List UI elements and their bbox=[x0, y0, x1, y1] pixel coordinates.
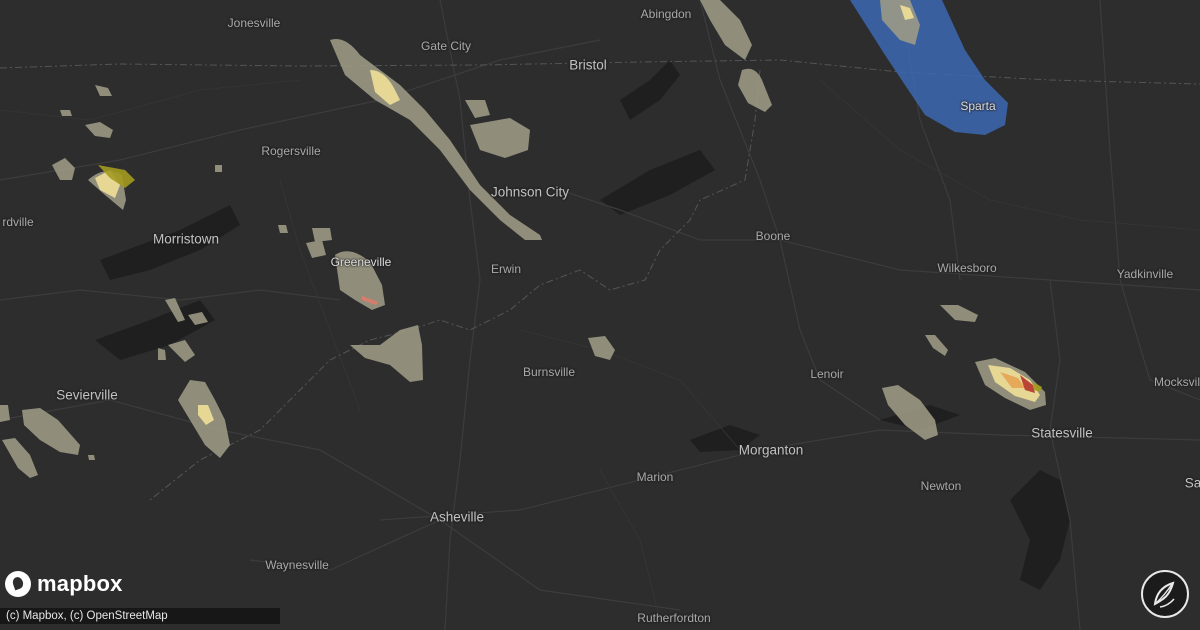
city-label: Rutherfordton bbox=[637, 611, 711, 625]
map-base-layer bbox=[0, 0, 1200, 630]
city-label: Greeneville bbox=[330, 255, 392, 269]
city-label: Asheville bbox=[429, 509, 485, 525]
city-label: Yadkinville bbox=[1116, 267, 1174, 281]
city-label: Sparta bbox=[960, 99, 996, 113]
city-label: Waynesville bbox=[265, 558, 329, 572]
city-label: Johnson City bbox=[490, 184, 570, 200]
city-label: Jonesville bbox=[227, 16, 281, 30]
mapbox-icon bbox=[5, 571, 31, 597]
city-label: Burnsville bbox=[522, 365, 576, 379]
leaf-icon bbox=[1153, 581, 1175, 608]
city-label: Gate City bbox=[420, 39, 472, 53]
city-label: Morristown bbox=[152, 231, 220, 247]
city-label: Wilkesboro bbox=[937, 261, 997, 275]
site-logo-badge[interactable] bbox=[1141, 570, 1189, 618]
mapbox-wordmark: mapbox bbox=[37, 571, 123, 596]
hail-map[interactable]: Jonesville Gate City Abingdon Bristol Sp… bbox=[0, 0, 1200, 630]
city-label: Bristol bbox=[569, 57, 607, 73]
city-label: rdville bbox=[2, 215, 34, 229]
mapbox-logo[interactable]: mapbox bbox=[5, 569, 123, 599]
city-label: Boone bbox=[755, 229, 791, 243]
city-label: Statesville bbox=[1031, 425, 1093, 441]
city-label: Sevierville bbox=[56, 387, 118, 403]
city-label: Rogersville bbox=[261, 144, 321, 158]
city-label: Morganton bbox=[738, 442, 804, 458]
city-label: Mocksvil bbox=[1153, 375, 1200, 389]
city-label: Erwin bbox=[490, 262, 522, 276]
city-label: Lenoir bbox=[810, 367, 844, 381]
city-label: Sa bbox=[1184, 475, 1200, 491]
city-label: Marion bbox=[636, 470, 674, 484]
city-label: Newton bbox=[920, 479, 962, 493]
city-label: Abingdon bbox=[640, 7, 692, 21]
map-attribution[interactable]: (c) Mapbox, (c) OpenStreetMap bbox=[0, 608, 280, 624]
